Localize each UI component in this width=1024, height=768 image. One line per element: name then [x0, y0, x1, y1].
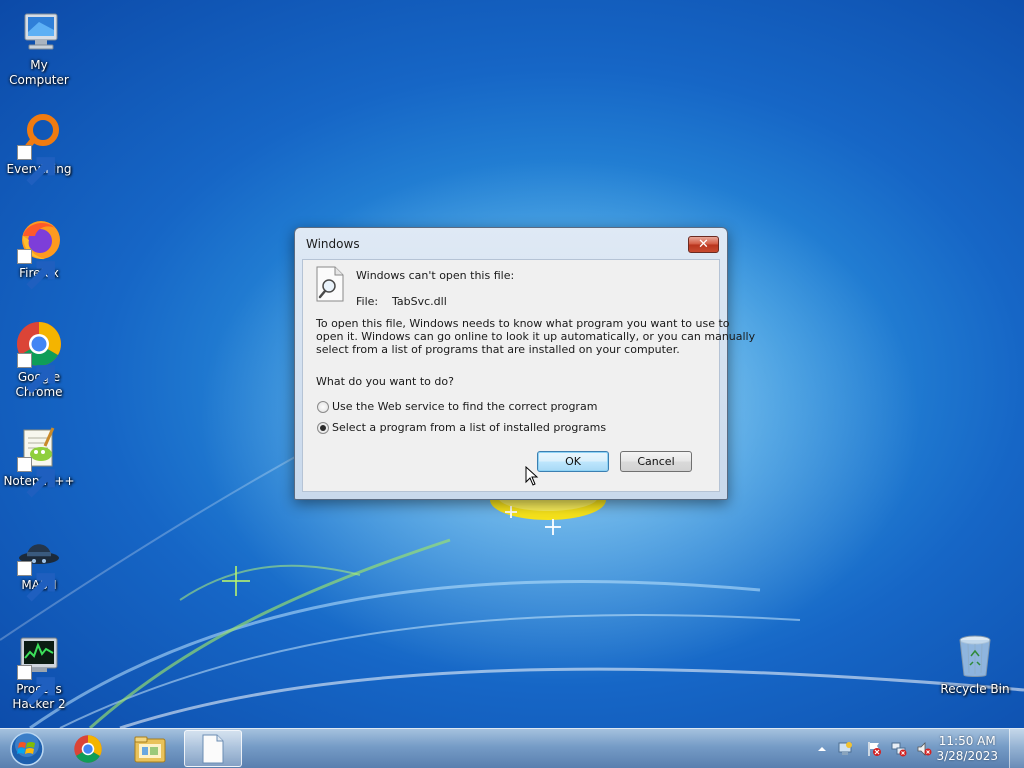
- notepad-plus-plus-icon: [15, 424, 63, 498]
- taskbar-document-button[interactable]: [184, 730, 242, 767]
- desktop-icon-my-computer[interactable]: My Computer: [0, 8, 78, 88]
- desktop-icon-label: My Computer: [9, 58, 69, 87]
- mash-hat-icon: [15, 528, 63, 602]
- cancel-button[interactable]: Cancel: [620, 451, 692, 472]
- dialog-body: Windows can't open this file: File: TabS…: [302, 259, 756, 492]
- desktop-icon-google-chrome[interactable]: Google Chrome: [0, 320, 78, 400]
- action-center-flag-icon[interactable]: [866, 741, 882, 757]
- dialog-title: Windows: [306, 237, 360, 251]
- file-label: File:: [356, 295, 379, 308]
- firefox-icon: [15, 216, 63, 290]
- process-hacker-icon: [15, 632, 63, 706]
- tray-expand-icon[interactable]: [814, 741, 830, 757]
- desktop-icon-notepad-plus-plus[interactable]: Notepad++: [0, 424, 78, 498]
- document-icon: [202, 734, 224, 763]
- dialog-explanation: To open this file, Windows needs to know…: [316, 317, 756, 356]
- shortcut-arrow-icon: [17, 665, 55, 706]
- dialog-titlebar[interactable]: Windows ✕: [295, 228, 727, 258]
- volume-muted-icon[interactable]: [916, 741, 932, 757]
- file-explorer-icon: [134, 736, 166, 762]
- taskbar-explorer-button[interactable]: [122, 730, 178, 767]
- mouse-cursor-icon: [525, 466, 539, 486]
- dialog-question: What do you want to do?: [316, 375, 454, 388]
- everything-search-icon: [15, 112, 63, 186]
- desktop-icon-label: Recycle Bin: [940, 682, 1010, 696]
- shortcut-arrow-icon: [17, 249, 55, 290]
- network-settings-icon[interactable]: [837, 741, 853, 757]
- unknown-file-magnifier-icon: [316, 266, 344, 302]
- select-program-radio[interactable]: [317, 422, 329, 434]
- clock-time: 11:50 AM: [938, 734, 996, 748]
- shortcut-arrow-icon: [17, 145, 55, 186]
- system-clock[interactable]: 11:50 AM 3/28/2023: [936, 734, 998, 764]
- recycle-bin-icon: [951, 632, 999, 680]
- taskbar: 11:50 AM 3/28/2023: [0, 728, 1024, 768]
- start-button[interactable]: [2, 730, 52, 767]
- open-with-dialog: Windows ✕ Windows can't open this file: …: [294, 227, 756, 500]
- dialog-close-button[interactable]: ✕: [688, 236, 719, 253]
- computer-icon: [15, 8, 63, 56]
- option-label[interactable]: Select a program from a list of installe…: [332, 421, 606, 434]
- shortcut-arrow-icon: [17, 561, 55, 602]
- chrome-icon: [74, 734, 102, 763]
- option-label[interactable]: Use the Web service to find the correct …: [332, 400, 597, 413]
- desktop-icon-recycle-bin[interactable]: Recycle Bin: [936, 632, 1014, 697]
- desktop-icon-mash[interactable]: MASH: [0, 528, 78, 602]
- desktop: My Computer Everything Firefox Google Chr…: [0, 0, 1024, 728]
- taskbar-chrome-button[interactable]: [60, 730, 116, 767]
- desktop-icon-firefox[interactable]: Firefox: [0, 216, 78, 290]
- dialog-heading: Windows can't open this file:: [356, 269, 515, 282]
- network-icon[interactable]: [891, 741, 907, 757]
- file-name: TabSvc.dll: [392, 295, 447, 308]
- ok-button[interactable]: OK: [537, 451, 609, 472]
- chrome-icon: [15, 320, 63, 394]
- start-orb-icon: [10, 731, 44, 766]
- shortcut-arrow-icon: [17, 353, 55, 394]
- shortcut-arrow-icon: [17, 457, 55, 498]
- clock-date: 3/28/2023: [936, 749, 998, 763]
- show-desktop-button[interactable]: [1009, 729, 1024, 768]
- close-icon: ✕: [698, 237, 709, 252]
- web-service-radio[interactable]: [317, 401, 329, 413]
- desktop-icon-process-hacker[interactable]: Process Hacker 2: [0, 632, 78, 712]
- desktop-icon-everything[interactable]: Everything: [0, 112, 78, 186]
